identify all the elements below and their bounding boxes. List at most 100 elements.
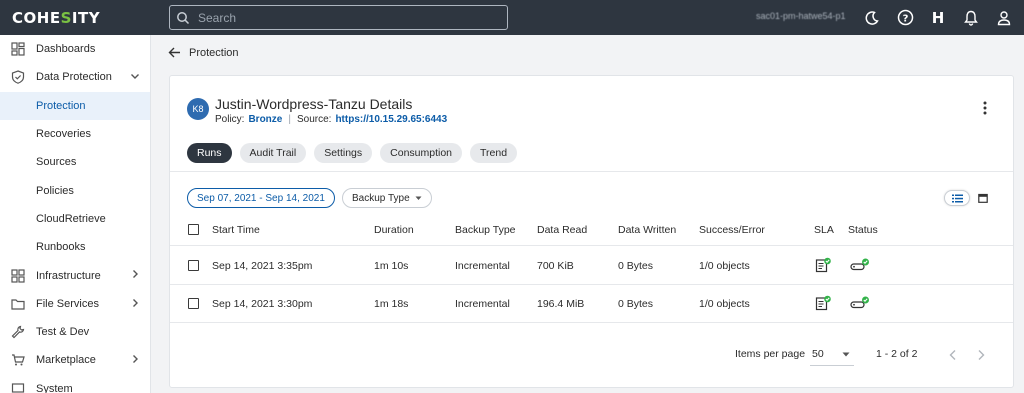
sidebar-item-file-services[interactable]: File Services bbox=[0, 290, 150, 318]
sidebar-item-marketplace[interactable]: Marketplace bbox=[0, 346, 150, 374]
calendar-view-button[interactable] bbox=[970, 190, 996, 206]
sidebar-item-label: File Services bbox=[36, 297, 99, 310]
page-range: 1 - 2 of 2 bbox=[876, 348, 918, 360]
sidebar-item-label: Protection bbox=[36, 99, 86, 112]
system-icon bbox=[11, 382, 25, 393]
cell-data-written: 0 Bytes bbox=[618, 297, 654, 310]
cell-data-read: 700 KiB bbox=[537, 259, 574, 272]
policy-link[interactable]: Bronze bbox=[248, 114, 282, 125]
sidebar-item-label: Recoveries bbox=[36, 128, 92, 141]
backup-type-filter-label: Backup Type bbox=[352, 192, 410, 204]
page-title: Justin-Wordpress-Tanzu Details bbox=[215, 96, 413, 112]
sidebar-item-test-dev[interactable]: Test & Dev bbox=[0, 318, 150, 346]
sidebar-item-cloudretrieve[interactable]: CloudRetrieve bbox=[0, 205, 150, 233]
pagination: Items per page 50 1 - 2 of 2 bbox=[170, 340, 1013, 370]
cell-backup-type: Incremental bbox=[455, 297, 510, 310]
sidebar: Dashboards Data Protection Protection Re… bbox=[0, 35, 151, 393]
tab-audit-trail[interactable]: Audit Trail bbox=[239, 143, 307, 163]
sidebar-item-dashboards[interactable]: Dashboards bbox=[0, 35, 150, 63]
cart-icon bbox=[11, 353, 25, 367]
logo-text: COHE bbox=[12, 8, 61, 27]
sidebar-item-data-protection[interactable]: Data Protection bbox=[0, 63, 150, 91]
row-checkbox[interactable] bbox=[188, 298, 199, 309]
cell-backup-type: Incremental bbox=[455, 259, 510, 272]
cell-success-error: 1/0 objects bbox=[699, 259, 750, 272]
cluster-name[interactable]: sac01-pm-hatwe54-p1 bbox=[756, 11, 846, 21]
status-success-icon[interactable] bbox=[850, 296, 870, 313]
column-header-data-written[interactable]: Data Written bbox=[618, 224, 676, 236]
more-actions-icon[interactable] bbox=[983, 101, 987, 118]
folder-icon bbox=[11, 297, 25, 311]
help-circle-icon[interactable]: ? bbox=[895, 8, 915, 28]
column-header-duration[interactable]: Duration bbox=[374, 224, 414, 236]
table-row[interactable]: Sep 14, 2021 3:35pm 1m 10s Incremental 7… bbox=[170, 247, 1013, 285]
chevron-right-icon bbox=[133, 298, 138, 307]
help-menu-button[interactable]: H bbox=[928, 8, 948, 28]
column-header-sla[interactable]: SLA bbox=[814, 224, 834, 236]
user-icon[interactable] bbox=[994, 8, 1014, 28]
breadcrumb-label[interactable]: Protection bbox=[189, 47, 239, 59]
sidebar-item-runbooks[interactable]: Runbooks bbox=[0, 233, 150, 261]
table-row[interactable]: Sep 14, 2021 3:30pm 1m 18s Incremental 1… bbox=[170, 285, 1013, 323]
sidebar-item-infrastructure[interactable]: Infrastructure bbox=[0, 261, 150, 289]
sidebar-item-label: Marketplace bbox=[36, 354, 96, 367]
column-header-status[interactable]: Status bbox=[848, 224, 878, 236]
cell-data-read: 196.4 MiB bbox=[537, 297, 585, 310]
search-box[interactable] bbox=[169, 5, 508, 30]
sla-met-icon[interactable] bbox=[815, 257, 831, 276]
view-toggle bbox=[944, 190, 996, 206]
sidebar-item-label: Sources bbox=[36, 156, 77, 169]
cell-start-time[interactable]: Sep 14, 2021 3:30pm bbox=[212, 298, 312, 310]
bell-icon[interactable] bbox=[961, 8, 981, 28]
header-actions: ? H bbox=[862, 0, 1014, 35]
sidebar-item-recoveries[interactable]: Recoveries bbox=[0, 120, 150, 148]
items-per-page-value: 50 bbox=[812, 348, 824, 360]
cell-start-time[interactable]: Sep 14, 2021 3:35pm bbox=[212, 260, 312, 272]
sidebar-item-system[interactable]: System bbox=[0, 375, 150, 393]
policy-label: Policy: bbox=[215, 114, 245, 125]
row-checkbox[interactable] bbox=[188, 260, 199, 271]
details-meta: Policy: Bronze | Source: https://10.15.2… bbox=[215, 114, 447, 125]
sidebar-item-protection[interactable]: Protection bbox=[0, 91, 150, 120]
column-header-data-read[interactable]: Data Read bbox=[537, 224, 587, 236]
date-range-filter[interactable]: Sep 07, 2021 - Sep 14, 2021 bbox=[187, 188, 335, 208]
list-view-button[interactable] bbox=[944, 190, 970, 206]
column-header-start-time[interactable]: Start Time bbox=[212, 224, 260, 236]
select-all-checkbox[interactable] bbox=[188, 224, 199, 235]
moon-icon[interactable] bbox=[862, 8, 882, 28]
search-input[interactable] bbox=[198, 10, 488, 25]
tab-trend[interactable]: Trend bbox=[470, 143, 518, 163]
chevron-right-icon[interactable] bbox=[976, 349, 986, 361]
sidebar-item-label: Runbooks bbox=[36, 241, 86, 254]
sla-met-icon[interactable] bbox=[815, 295, 831, 314]
tab-runs[interactable]: Runs bbox=[187, 143, 232, 163]
breadcrumb[interactable]: Protection bbox=[168, 46, 239, 59]
chevron-left-icon[interactable] bbox=[948, 349, 958, 361]
items-per-page-select[interactable]: 50 bbox=[810, 342, 854, 366]
column-header-success-error[interactable]: Success/Error bbox=[699, 224, 765, 236]
logo-text-end: ITY bbox=[71, 8, 101, 27]
source-link[interactable]: https://10.15.29.65:6443 bbox=[335, 114, 447, 125]
sidebar-item-sources[interactable]: Sources bbox=[0, 148, 150, 176]
tab-settings[interactable]: Settings bbox=[314, 143, 373, 163]
sidebar-item-policies[interactable]: Policies bbox=[0, 176, 150, 204]
items-per-page-label: Items per page bbox=[735, 348, 806, 360]
cell-success-error: 1/0 objects bbox=[699, 297, 750, 310]
chevron-right-icon bbox=[133, 355, 138, 364]
infrastructure-icon bbox=[11, 268, 25, 283]
tab-consumption[interactable]: Consumption bbox=[380, 143, 463, 163]
meta-separator: | bbox=[288, 114, 291, 125]
cohesity-logo[interactable]: COHESITY bbox=[0, 9, 150, 27]
chevron-right-icon bbox=[133, 270, 138, 279]
column-header-backup-type[interactable]: Backup Type bbox=[455, 224, 516, 236]
wrench-icon bbox=[11, 325, 25, 339]
arrow-left-icon[interactable] bbox=[168, 46, 181, 59]
top-bar: COHESITY sac01-pm-hatwe54-p1 ? H bbox=[0, 0, 1024, 35]
status-success-icon[interactable] bbox=[850, 258, 870, 275]
caret-down-icon bbox=[842, 352, 850, 357]
runs-table-header: Start Time Duration Backup Type Data Rea… bbox=[170, 214, 1013, 246]
sidebar-item-label: Dashboards bbox=[36, 43, 96, 56]
cell-data-written: 0 Bytes bbox=[618, 259, 654, 272]
cell-duration: 1m 10s bbox=[374, 259, 409, 272]
backup-type-filter[interactable]: Backup Type bbox=[342, 188, 432, 208]
